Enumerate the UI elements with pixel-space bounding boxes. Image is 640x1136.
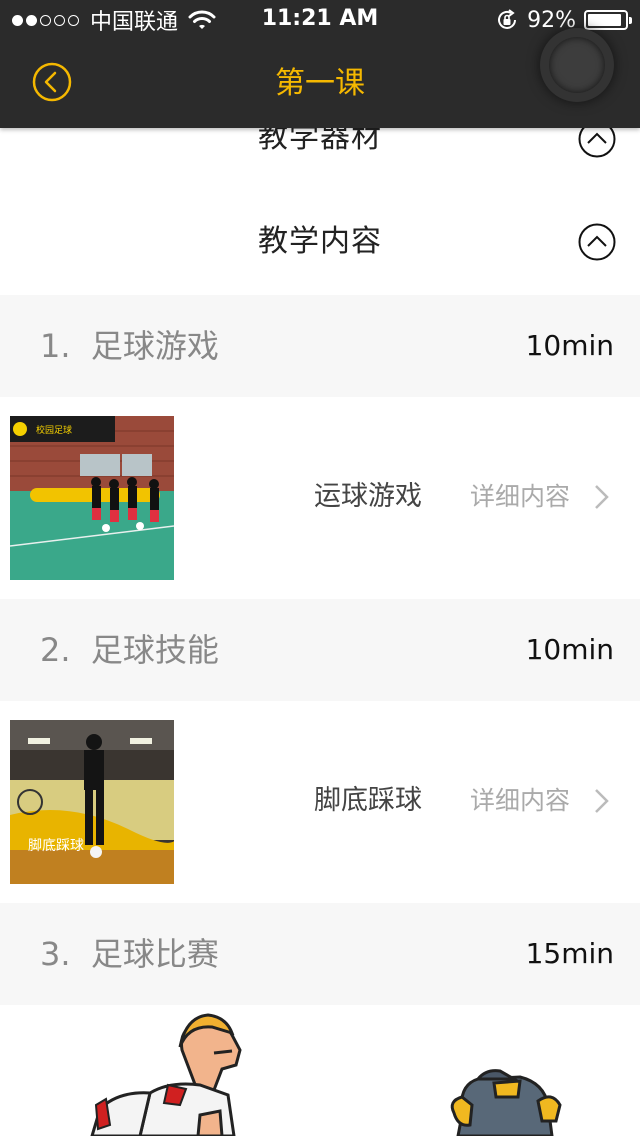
video-thumbnail[interactable]: 校园足球	[10, 416, 174, 580]
section-content-label: 教学内容	[258, 224, 382, 259]
module-header-1: 1. 足球游戏 10min	[0, 295, 640, 397]
module-duration: 15min	[525, 937, 614, 970]
detail-link[interactable]: 详细内容	[470, 781, 570, 821]
status-right: 92%	[495, 6, 632, 34]
item-name: 运球游戏	[314, 481, 422, 512]
navigation-bar: 中国联通 11:21 AM 92% 第一课	[0, 0, 640, 128]
lesson-item-2[interactable]: 脚底踩球 脚底踩球 详细内容	[0, 701, 640, 903]
rotation-lock-icon	[498, 9, 517, 29]
video-thumbnail[interactable]: 脚底踩球	[10, 720, 174, 884]
module-header-3: 3. 足球比赛 15min	[0, 903, 640, 1005]
battery-icon	[584, 10, 632, 30]
module-title: 1. 足球游戏	[40, 327, 219, 365]
module-title: 3. 足球比赛	[40, 935, 219, 973]
module-duration: 10min	[525, 329, 614, 362]
module-header-2: 2. 足球技能 10min	[0, 599, 640, 701]
section-content[interactable]: 教学内容	[0, 202, 640, 282]
thumbnail-banner: 校园足球	[36, 424, 72, 436]
status-bar: 中国联通 11:21 AM 92%	[0, 0, 640, 40]
lesson-item-1[interactable]: 校园足球 运球游戏 详细内容	[0, 397, 640, 599]
assistive-touch-button[interactable]	[540, 28, 614, 102]
item-name: 脚底踩球	[314, 785, 422, 816]
match-illustration	[90, 1013, 562, 1136]
module-duration: 10min	[525, 633, 614, 666]
module-title: 2. 足球技能	[40, 631, 219, 669]
battery-fill	[588, 14, 622, 26]
thumbnail-caption: 脚底踩球	[28, 838, 84, 854]
chevron-right-icon	[595, 789, 609, 813]
chevron-right-icon	[595, 485, 609, 509]
detail-link[interactable]: 详细内容	[470, 477, 570, 517]
collapse-icon[interactable]	[578, 223, 616, 261]
